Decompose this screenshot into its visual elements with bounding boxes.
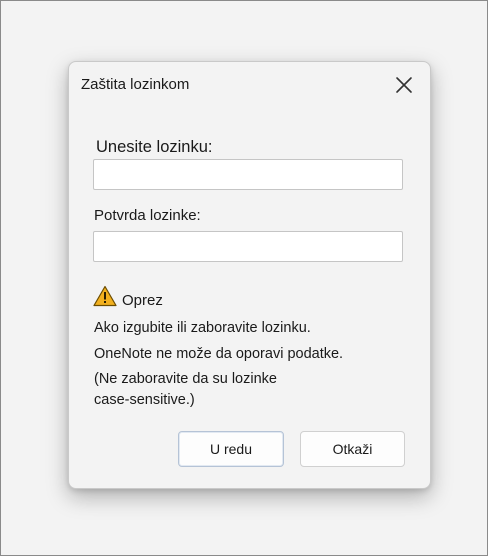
warning-triangle-icon bbox=[93, 285, 117, 307]
warning-title: Oprez bbox=[122, 292, 163, 309]
close-icon bbox=[396, 77, 412, 93]
password-label: Unesite lozinku: bbox=[96, 138, 213, 156]
confirm-password-label: Potvrda lozinke: bbox=[94, 207, 201, 224]
screenshot-frame: Zaštita lozinkom Unesite lozinku: Potvrd… bbox=[0, 0, 488, 556]
cancel-button[interactable]: Otkaži bbox=[300, 431, 405, 467]
dialog-title: Zaštita lozinkom bbox=[81, 76, 190, 93]
password-protection-dialog: Zaštita lozinkom Unesite lozinku: Potvrd… bbox=[68, 61, 431, 489]
warning-line-2: OneNote ne može da oporavi podatke. bbox=[94, 346, 344, 362]
confirm-password-input[interactable] bbox=[93, 231, 403, 262]
ok-button[interactable]: U redu bbox=[178, 431, 284, 467]
close-button[interactable] bbox=[388, 70, 420, 100]
warning-line-4: case-sensitive.) bbox=[94, 392, 195, 408]
warning-line-3: (Ne zaboravite da su lozinke bbox=[94, 371, 277, 387]
password-input[interactable] bbox=[93, 159, 403, 190]
warning-line-1: Ako izgubite ili zaboravite lozinku. bbox=[94, 320, 311, 336]
